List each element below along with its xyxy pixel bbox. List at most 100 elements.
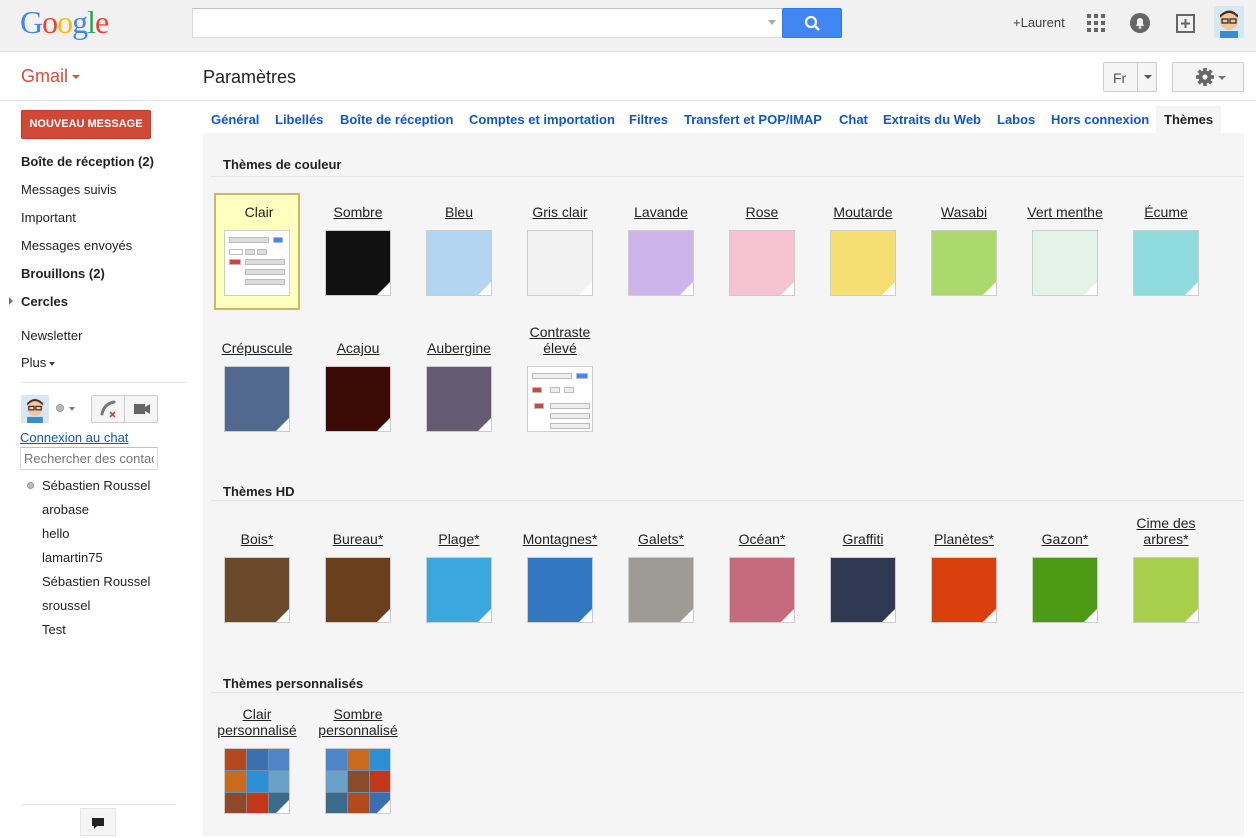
contact-item[interactable]: hello: [42, 526, 69, 541]
theme-name: Sombre: [333, 204, 383, 220]
tab-general[interactable]: Général: [211, 112, 259, 127]
tab-chat[interactable]: Chat: [839, 112, 868, 127]
page-fold-icon: [882, 609, 895, 622]
page-fold-icon: [276, 418, 289, 431]
contact-item[interactable]: lamartin75: [42, 550, 103, 565]
theme-option[interactable]: Plage*: [416, 520, 502, 637]
nav-item-drafts[interactable]: Brouillons (2): [21, 266, 105, 281]
theme-option[interactable]: Bleu: [416, 193, 502, 310]
contact-item[interactable]: arobase: [42, 502, 89, 517]
search-options-caret-icon[interactable]: [768, 20, 776, 25]
nav-item-starred[interactable]: Messages suivis: [21, 182, 116, 197]
notifications-bell-icon[interactable]: [1129, 12, 1151, 34]
theme-thumbnail: [325, 748, 391, 814]
settings-button[interactable]: [1172, 62, 1244, 92]
theme-option[interactable]: Cime des arbres*: [1123, 515, 1209, 637]
tab-labels[interactable]: Libellés: [275, 112, 323, 127]
theme-option[interactable]: Wasabi: [921, 193, 1007, 310]
mosaic-cell: [225, 793, 246, 813]
theme-option[interactable]: Bureau*: [315, 520, 401, 637]
tab-themes[interactable]: Thèmes: [1156, 106, 1222, 133]
divider: [211, 692, 1244, 693]
status-indicator-icon[interactable]: [56, 404, 64, 412]
tab-web-clips[interactable]: Extraits du Web: [883, 112, 981, 127]
nav-item-sent[interactable]: Messages envoyés: [21, 238, 132, 253]
theme-option[interactable]: Vert menthe: [1022, 193, 1108, 310]
apps-grid-icon[interactable]: [1085, 12, 1107, 34]
google-logo[interactable]: Google: [20, 4, 109, 41]
theme-option[interactable]: Montagnes*: [517, 520, 603, 637]
mosaic-cell: [326, 771, 347, 792]
theme-thumbnail: [224, 230, 290, 296]
contact-search-input[interactable]: [20, 447, 158, 470]
theme-option[interactable]: Océan*: [719, 520, 805, 637]
theme-option[interactable]: Clair: [214, 193, 300, 310]
compose-button[interactable]: NOUVEAU MESSAGE: [21, 110, 151, 139]
contact-item[interactable]: Sébastien Roussel: [42, 478, 150, 493]
mosaic-cell: [326, 749, 347, 770]
theme-name: Bleu: [444, 204, 474, 220]
account-avatar-icon[interactable]: [1214, 6, 1244, 38]
user-name-link[interactable]: +Laurent: [1013, 15, 1065, 30]
language-label: Fr: [1113, 70, 1127, 86]
language-button[interactable]: Fr: [1103, 62, 1157, 92]
video-call-button[interactable]: [124, 395, 158, 423]
tab-labs[interactable]: Labos: [997, 112, 1035, 127]
page-fold-icon: [1185, 609, 1198, 622]
chevron-down-icon[interactable]: [1144, 75, 1152, 79]
logo-letter: l: [87, 4, 96, 40]
theme-option[interactable]: Aubergine: [416, 329, 502, 446]
search-button[interactable]: [782, 8, 842, 38]
theme-name: Galets*: [638, 531, 684, 547]
theme-thumbnail: [628, 557, 694, 623]
nav-item-important[interactable]: Important: [21, 210, 76, 225]
expand-arrow-icon[interactable]: [9, 297, 13, 305]
contact-item[interactable]: sroussel: [42, 598, 90, 613]
tab-filters[interactable]: Filtres: [629, 112, 668, 127]
theme-option[interactable]: Gris clair: [517, 193, 603, 310]
theme-option[interactable]: Graffiti: [820, 520, 906, 637]
theme-option[interactable]: Écume: [1123, 193, 1209, 310]
contact-item[interactable]: Test: [42, 622, 66, 637]
theme-option[interactable]: Rose: [719, 193, 805, 310]
page-fold-icon: [1084, 282, 1097, 295]
chat-connect-link[interactable]: Connexion au chat: [20, 430, 128, 445]
thumbnail-detail: [229, 259, 241, 265]
tab-accounts[interactable]: Comptes et importation: [469, 112, 615, 127]
theme-option[interactable]: Galets*: [618, 520, 704, 637]
phone-call-button[interactable]: [91, 395, 125, 423]
theme-option[interactable]: Contraste élevé: [517, 324, 603, 446]
nav-item-inbox[interactable]: Boîte de réception (2): [21, 154, 154, 169]
theme-option[interactable]: Planètes*: [921, 520, 1007, 637]
theme-option[interactable]: Sombre: [315, 193, 401, 310]
theme-option[interactable]: Lavande: [618, 193, 704, 310]
theme-option[interactable]: Sombre personnalisé: [315, 706, 401, 828]
tab-forwarding[interactable]: Transfert et POP/IMAP: [684, 112, 822, 127]
theme-option[interactable]: Gazon*: [1022, 520, 1108, 637]
nav-item-more-label: Plus: [21, 355, 47, 370]
tab-offline[interactable]: Hors connexion: [1051, 112, 1149, 127]
nav-item-newsletter[interactable]: Newsletter: [21, 328, 82, 343]
contact-item[interactable]: Sébastien Roussel: [42, 574, 150, 589]
hangouts-button[interactable]: [80, 808, 116, 836]
thumbnail-detail: [532, 387, 542, 393]
theme-option[interactable]: Crépuscule: [214, 329, 300, 446]
avatar[interactable]: [21, 395, 49, 423]
theme-thumbnail: [1133, 557, 1199, 623]
gmail-menu[interactable]: Gmail: [21, 66, 81, 87]
chevron-down-icon[interactable]: [69, 407, 75, 411]
theme-option[interactable]: Moutarde: [820, 193, 906, 310]
nav-item-circles[interactable]: Cercles: [21, 294, 68, 309]
thumbnail-detail: [245, 249, 255, 255]
share-plus-icon[interactable]: [1175, 12, 1197, 34]
theme-option[interactable]: Acajou: [315, 329, 401, 446]
search-input[interactable]: [193, 9, 753, 37]
chat-bubble-icon: [92, 818, 104, 829]
page-fold-icon: [1084, 609, 1097, 622]
divider: [211, 176, 1244, 177]
nav-item-more[interactable]: Plus: [21, 355, 56, 370]
theme-option[interactable]: Bois*: [214, 520, 300, 637]
theme-thumbnail: [224, 748, 290, 814]
theme-option[interactable]: Clair personnalisé: [214, 706, 300, 828]
tab-inbox[interactable]: Boîte de réception: [340, 112, 453, 127]
